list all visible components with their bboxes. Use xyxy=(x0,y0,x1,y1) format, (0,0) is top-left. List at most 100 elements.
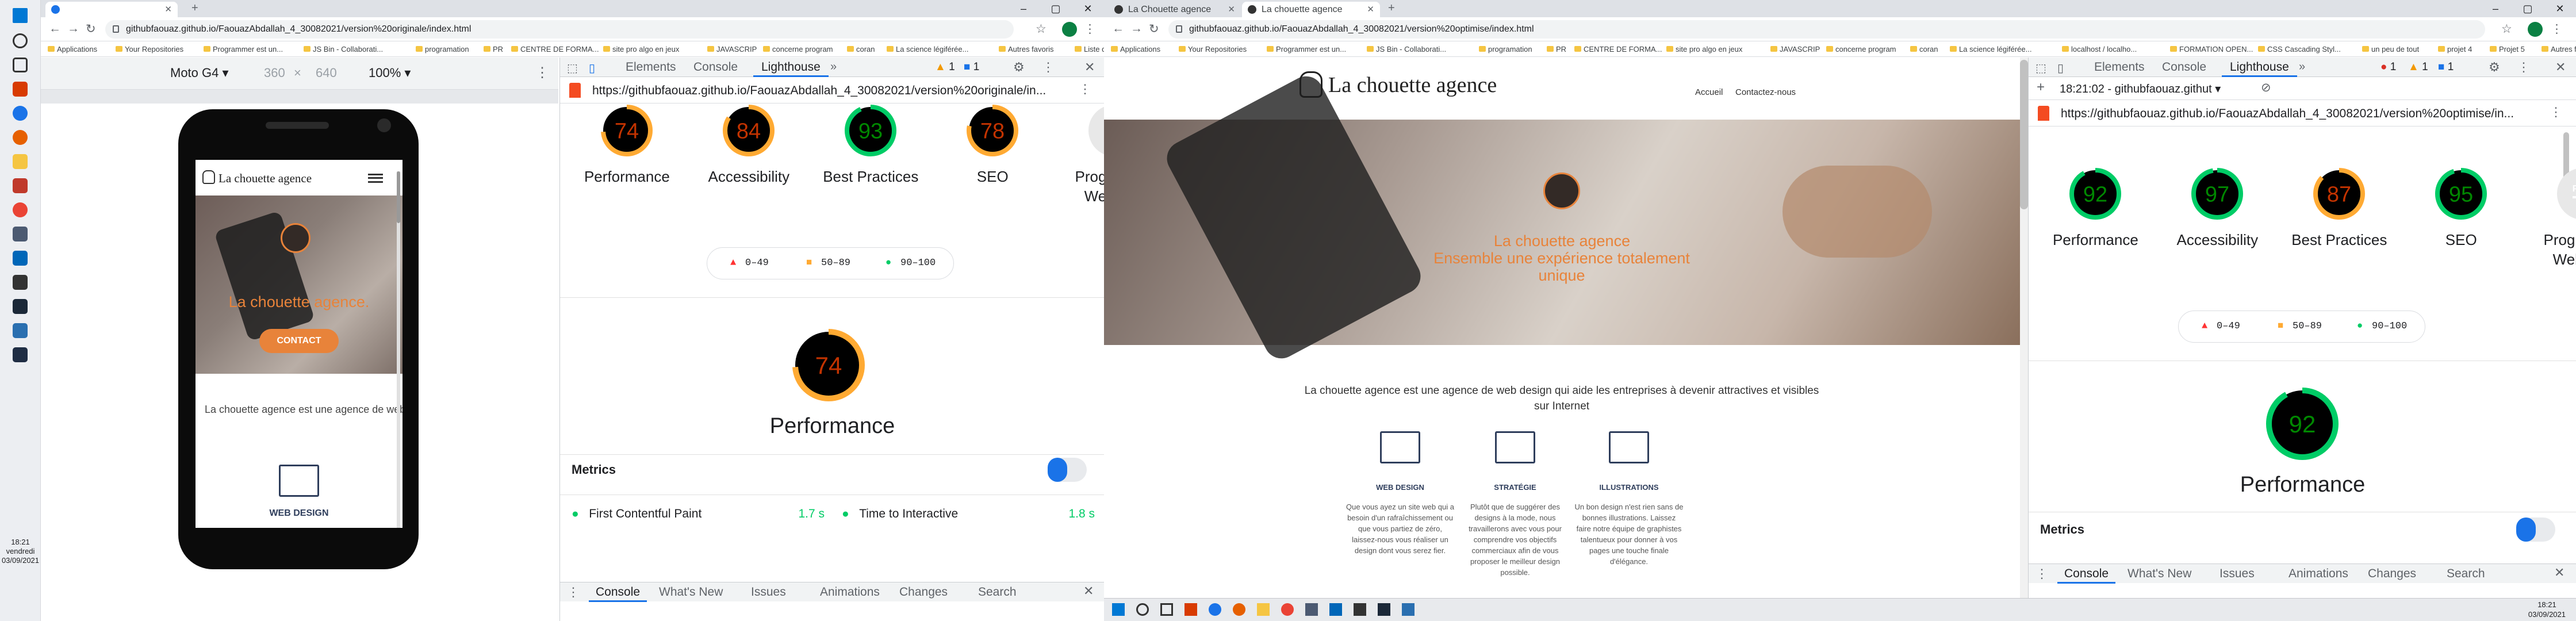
new-report-icon[interactable]: + xyxy=(2037,79,2045,95)
back-icon[interactable]: ← xyxy=(49,22,61,36)
close-devtools-icon[interactable]: ✕ xyxy=(2555,60,2566,75)
contact-button[interactable]: CONTACT xyxy=(259,329,339,353)
drawer-tab-search[interactable]: Search xyxy=(2440,564,2492,584)
vscode-icon[interactable] xyxy=(13,251,28,266)
drawer-tab-changes[interactable]: Changes xyxy=(892,582,954,602)
task-view-icon[interactable] xyxy=(13,57,28,72)
bookmark-item[interactable]: concerne program xyxy=(1825,41,1896,56)
report-url[interactable]: https://githubfaouaz.github.io/FaouazAbd… xyxy=(592,84,1052,98)
address-bar[interactable]: githubfaouaz.github.io/FaouazAbdallah_4_… xyxy=(1168,20,2485,39)
bookmark-item[interactable]: Autres favoris xyxy=(2540,41,2576,56)
close-drawer-icon[interactable]: ✕ xyxy=(2554,565,2564,580)
minimize-icon[interactable]: – xyxy=(1007,0,1040,17)
bookmark-item[interactable]: PR xyxy=(1546,41,1566,56)
file-explorer-icon[interactable] xyxy=(1257,603,1270,616)
close-tab-icon[interactable]: ✕ xyxy=(1367,2,1374,17)
edge-icon[interactable] xyxy=(1209,603,1221,616)
bookmark-item[interactable]: Autres favoris xyxy=(998,41,1053,56)
bookmark-item[interactable]: Programmer est un... xyxy=(1266,41,1346,56)
drawer-tab-animations[interactable]: Animations xyxy=(2282,564,2355,584)
bookmark-item[interactable]: coran xyxy=(846,41,875,56)
star-icon[interactable]: ☆ xyxy=(1036,22,1046,36)
browser-tab[interactable]: La Chouette agence ✕ xyxy=(1109,2,1241,17)
bookmark-item[interactable]: Your Repositories xyxy=(114,41,183,56)
taskbar-clock[interactable]: 18:21 03/09/2021 xyxy=(2528,600,2566,619)
metrics-view-toggle[interactable] xyxy=(2516,518,2555,542)
tab-console[interactable]: Console xyxy=(2154,57,2214,77)
bookmark-item[interactable]: programation xyxy=(1478,41,1532,56)
info-count[interactable]: ■ 1 xyxy=(2438,61,2454,74)
bookmark-item[interactable]: Your Repositories xyxy=(1178,41,1247,56)
device-height[interactable]: 640 xyxy=(316,66,337,80)
close-tab-icon[interactable]: ✕ xyxy=(164,2,172,17)
drawer-tab-issues[interactable]: Issues xyxy=(744,582,793,602)
page-scrollbar[interactable] xyxy=(2020,57,2028,598)
reload-icon[interactable]: ↻ xyxy=(1149,22,1159,36)
bookmark-item[interactable]: un peu de tout xyxy=(2361,41,2419,56)
bookmark-item[interactable]: FORMATION OPEN... xyxy=(2169,41,2253,56)
drawer-tab-what-s-new[interactable]: What's New xyxy=(2121,564,2198,584)
close-tab-icon[interactable]: ✕ xyxy=(1228,2,1235,17)
report-url[interactable]: https://githubfaouaz.github.io/FaouazAbd… xyxy=(2061,107,2521,121)
score-seo[interactable]: 95 SEO xyxy=(2412,167,2510,316)
inspect-icon[interactable]: ⬚ xyxy=(2035,61,2046,75)
menu-icon[interactable]: ⋮ xyxy=(2551,22,2563,36)
device-select[interactable]: Moto G4 ▾ xyxy=(170,66,229,80)
device-toggle-icon[interactable]: ▯ xyxy=(2057,61,2064,75)
drawer-tab-what-s-new[interactable]: What's New xyxy=(652,582,730,602)
tab-lighthouse[interactable]: Lighthouse xyxy=(753,57,829,77)
report-menu-icon[interactable]: ⋮ xyxy=(1079,82,1091,97)
firefox-icon[interactable] xyxy=(1233,603,1245,616)
reload-icon[interactable]: ↻ xyxy=(86,22,96,36)
drawer-menu-icon[interactable]: ⋮ xyxy=(567,585,580,600)
tab-console[interactable]: Console xyxy=(685,57,746,77)
app-icon[interactable] xyxy=(1184,603,1197,616)
chrome-icon[interactable] xyxy=(13,202,28,217)
tab-elements[interactable]: Elements xyxy=(618,57,684,77)
browser-tab[interactable]: ✕ xyxy=(45,2,178,17)
taskbar-clock[interactable]: 18:21 vendredi 03/09/2021 xyxy=(0,538,41,565)
new-tab-icon[interactable]: + xyxy=(1388,2,1395,15)
metrics-view-toggle[interactable] xyxy=(1048,458,1087,482)
more-options-icon[interactable]: ⋮ xyxy=(2517,60,2530,75)
clear-icon[interactable]: ⊘ xyxy=(2261,80,2271,95)
file-explorer-icon[interactable] xyxy=(13,154,28,169)
minimize-icon[interactable]: – xyxy=(2479,0,2512,17)
drawer-tab-search[interactable]: Search xyxy=(971,582,1023,602)
score-performance[interactable]: 74 Performance xyxy=(578,103,676,253)
close-window-icon[interactable]: ✕ xyxy=(1072,0,1104,17)
more-options-icon[interactable]: ⋮ xyxy=(535,64,549,81)
error-count[interactable]: ● 1 xyxy=(2380,61,2396,74)
nav-contact[interactable]: Contactez-nous xyxy=(1735,87,1796,97)
drawer-tab-console[interactable]: Console xyxy=(589,582,647,602)
score-performance[interactable]: 92 Performance xyxy=(2046,167,2144,316)
zoom-select[interactable]: 100% ▾ xyxy=(369,66,411,80)
hamburger-icon[interactable] xyxy=(368,174,383,183)
maximize-icon[interactable]: ▢ xyxy=(2512,0,2544,17)
app-icon[interactable] xyxy=(1378,603,1390,616)
bookmark-item[interactable]: JAVASCRIP xyxy=(1769,41,1820,56)
gear-icon[interactable]: ⚙ xyxy=(1013,60,1025,75)
app-icon[interactable] xyxy=(1305,603,1318,616)
score-best-practices[interactable]: 87 Best Practices xyxy=(2290,167,2388,316)
warning-count[interactable]: ▲ 1 xyxy=(2408,61,2428,74)
device-width[interactable]: 360 xyxy=(264,66,285,80)
search-icon[interactable] xyxy=(13,33,28,48)
report-menu-icon[interactable]: ⋮ xyxy=(2550,105,2562,120)
bookmark-item[interactable]: Programmer est un... xyxy=(202,41,283,56)
tab-elements[interactable]: Elements xyxy=(2086,57,2153,77)
nav-accueil[interactable]: Accueil xyxy=(1695,87,1723,97)
bookmark-item[interactable]: site pro algo en jeux xyxy=(1665,41,1742,56)
vscode-icon[interactable] xyxy=(1329,603,1342,616)
bookmark-item[interactable]: La science légiférée... xyxy=(885,41,968,56)
bookmark-item[interactable]: Applications xyxy=(1110,41,1160,56)
app-icon[interactable] xyxy=(1402,603,1414,616)
close-window-icon[interactable]: ✕ xyxy=(2544,0,2576,17)
bookmark-item[interactable]: concerne program xyxy=(762,41,833,56)
warning-count[interactable]: ▲ 1 xyxy=(935,61,955,74)
drawer-tab-changes[interactable]: Changes xyxy=(2361,564,2423,584)
drawer-tab-animations[interactable]: Animations xyxy=(813,582,887,602)
bookmark-item[interactable]: Liste de lecture xyxy=(1074,41,1104,56)
more-tabs-icon[interactable]: » xyxy=(830,60,837,74)
windows-start-icon[interactable] xyxy=(13,8,28,23)
